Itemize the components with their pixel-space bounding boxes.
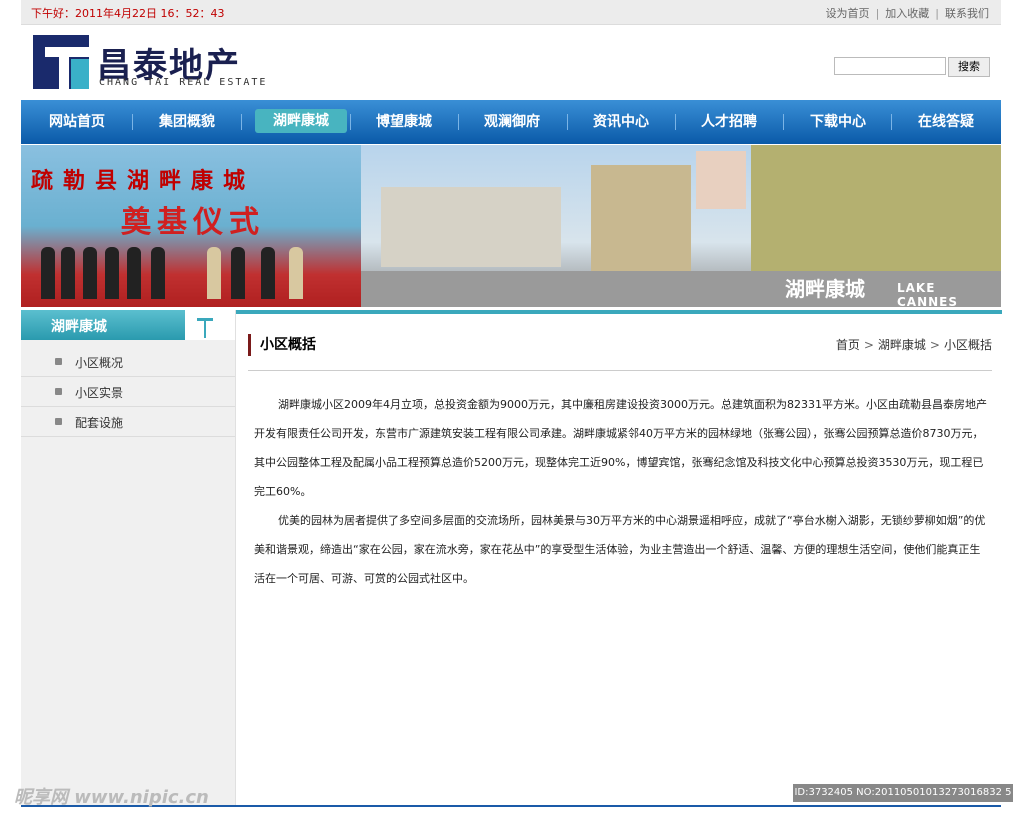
paragraph: 优美的园林为居者提供了多空间多层面的交流场所，园林美景与30万平方米的中心湖景遥… xyxy=(254,514,986,585)
sidebar-item-label: 配套设施 xyxy=(75,416,124,430)
banner-title: 疏勒县湖畔康城 xyxy=(31,169,256,194)
chevron-right-icon: > xyxy=(929,338,940,352)
search-input[interactable] xyxy=(834,57,946,75)
breadcrumb-home[interactable]: 首页 xyxy=(836,338,860,352)
nav-home[interactable]: 网站首页 xyxy=(31,100,123,144)
nav-news[interactable]: 资讯中心 xyxy=(575,100,667,144)
building-shape xyxy=(381,187,561,267)
top-bar: 下午好：2011年4月22日 16：52：43 设为首页 | 加入收藏 | 联系我们 xyxy=(21,0,1001,25)
content-top-line xyxy=(236,310,1002,314)
person-figure xyxy=(83,247,97,299)
nav-faq[interactable]: 在线答疑 xyxy=(900,100,992,144)
sidebar-item-overview[interactable]: 小区概况 xyxy=(21,347,235,377)
chevron-right-icon: > xyxy=(863,338,874,352)
nav-lake-cannes[interactable]: 湖畔康城 xyxy=(255,109,347,133)
banner-subtitle: 奠基仪式 xyxy=(121,205,265,240)
add-favorite-link[interactable]: 加入收藏 xyxy=(885,7,929,20)
breadcrumb-current: 小区概括 xyxy=(943,338,992,352)
bullet-icon xyxy=(55,388,62,395)
nav-divider xyxy=(350,114,351,130)
sidebar-item-label: 小区实景 xyxy=(75,386,124,400)
sidebar: 湖畔康城 小区概况 小区实景 配套设施 xyxy=(21,310,235,805)
banner-brand-cn: 湖畔康城 xyxy=(785,277,865,301)
nav-divider xyxy=(132,114,133,130)
sidebar-item-photos[interactable]: 小区实景 xyxy=(21,377,235,407)
person-figure xyxy=(289,247,303,299)
sidebar-header: 湖畔康城 xyxy=(21,310,235,340)
sidebar-item-facilities[interactable]: 配套设施 xyxy=(21,407,235,437)
nav-bowang[interactable]: 博望康城 xyxy=(358,100,450,144)
building-shape xyxy=(751,145,1001,275)
buildings-image: 湖畔康城 LAKE CANNES xyxy=(361,145,1001,307)
nav-divider xyxy=(783,114,784,130)
top-links: 设为首页 | 加入收藏 | 联系我们 xyxy=(825,7,989,20)
logo-en-text: CHANG TAI REAL ESTATE xyxy=(99,77,268,88)
banner-brand-en: LAKE CANNES xyxy=(897,281,959,307)
person-figure xyxy=(231,247,245,299)
breadcrumb: 首页 > 湖畔康城 > 小区概括 xyxy=(836,336,992,353)
sidebar-title: 湖畔康城 xyxy=(51,319,107,335)
page: 下午好：2011年4月22日 16：52：43 设为首页 | 加入收藏 | 联系我们 昌… xyxy=(21,0,1002,813)
person-figure xyxy=(105,247,119,299)
nav-divider xyxy=(675,114,676,130)
set-homepage-link[interactable]: 设为首页 xyxy=(826,7,870,20)
breadcrumb-section[interactable]: 湖畔康城 xyxy=(878,338,926,352)
banner: 疏勒县湖畔康城 奠基仪式 湖畔康城 LAKE CANNES xyxy=(21,145,1001,307)
person-figure xyxy=(41,247,55,299)
nav-jobs[interactable]: 人才招聘 xyxy=(683,100,775,144)
nav-group-overview[interactable]: 集团概貌 xyxy=(141,100,233,144)
person-figure xyxy=(207,247,221,299)
sidebar-item-label: 小区概况 xyxy=(75,356,124,370)
nav-divider xyxy=(241,114,242,130)
person-figure xyxy=(127,247,141,299)
building-shape xyxy=(591,165,691,275)
person-figure xyxy=(261,247,275,299)
watermark-id: ID:3732405 NO:20110501013273016832 5 xyxy=(793,784,1013,802)
nav-divider xyxy=(567,114,568,130)
person-figure xyxy=(151,247,165,299)
watermark-text: 昵享网 www.nipic.cn xyxy=(14,787,209,808)
nav-divider xyxy=(891,114,892,130)
contact-us-link[interactable]: 联系我们 xyxy=(945,7,989,20)
person-figure xyxy=(61,247,75,299)
page-title: 小区概括 xyxy=(260,337,316,353)
logo-icon[interactable] xyxy=(33,35,89,89)
sidebar-deco-icon xyxy=(204,318,206,338)
bullet-icon xyxy=(55,418,62,425)
paragraph: 湖畔康城小区2009年4月立项，总投资金额为9000万元，其中廉租房建设投资30… xyxy=(254,398,987,498)
nav-divider xyxy=(458,114,459,130)
bullet-icon xyxy=(55,358,62,365)
ceremony-image: 疏勒县湖畔康城 奠基仪式 xyxy=(21,145,361,307)
nav-guanlan[interactable]: 观澜御府 xyxy=(466,100,558,144)
title-marker xyxy=(248,334,251,356)
nav-downloads[interactable]: 下载中心 xyxy=(792,100,884,144)
main-nav: 网站首页 集团概貌 湖畔康城 博望康城 观澜御府 资讯中心 人才招聘 下载中心 … xyxy=(21,100,1001,144)
main-content: 小区概括 首页 > 湖畔康城 > 小区概括 湖畔康城小区2009年4月立项，总投资金额为… xyxy=(235,310,1002,805)
billboard-shape xyxy=(696,151,746,209)
content-header: 小区概括 首页 > 湖畔康城 > 小区概括 xyxy=(248,334,992,371)
search-button[interactable]: 搜索 xyxy=(948,57,990,77)
greeting-text: 下午好：2011年4月22日 16：52：43 xyxy=(31,7,225,20)
